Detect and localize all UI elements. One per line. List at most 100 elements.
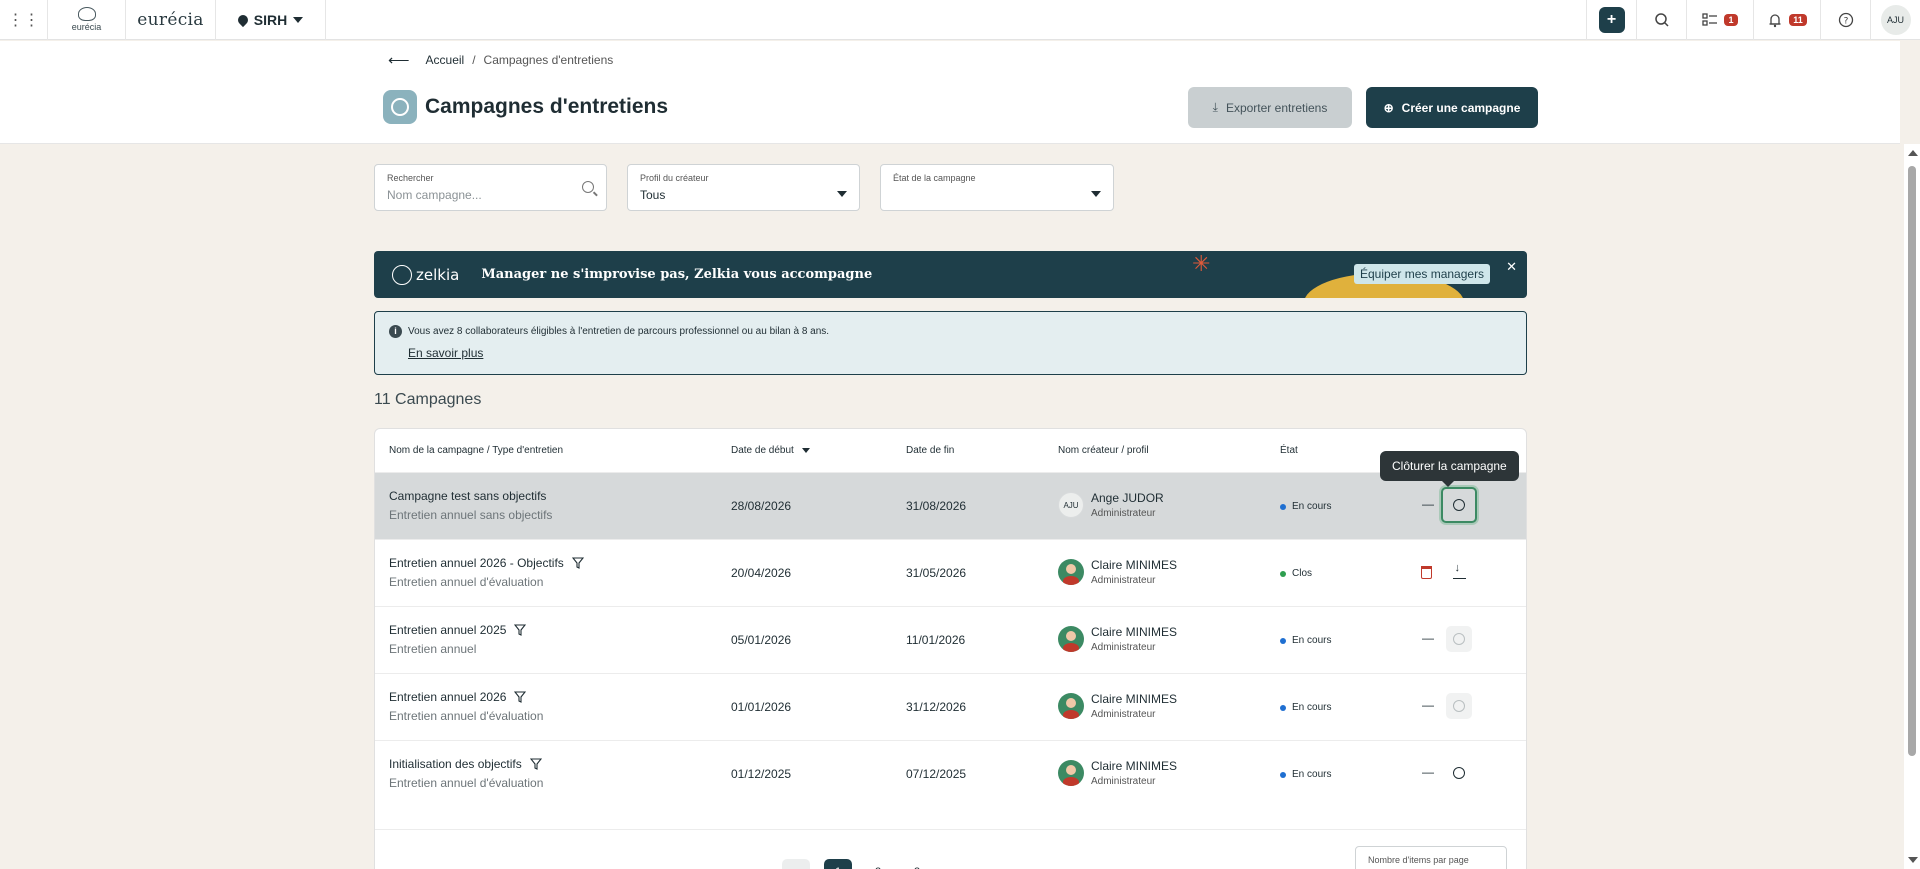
download-campaign-button[interactable] (1446, 559, 1472, 585)
help-button[interactable]: ? (1820, 0, 1870, 40)
start-date: 05/01/2026 (731, 633, 792, 647)
end-date: 11/01/2026 (906, 633, 966, 647)
close-campaign-tooltip: Clôturer la campagne (1380, 451, 1519, 487)
tasks-badge: 1 (1724, 13, 1738, 26)
page-scrollbar[interactable] (1904, 144, 1920, 869)
filter-icon (529, 758, 542, 770)
trash-icon (1420, 565, 1432, 579)
start-date: 28/08/2026 (731, 499, 792, 513)
no-action-dash: — (1422, 497, 1434, 511)
status-dot (1280, 570, 1286, 577)
status-dot (1280, 637, 1286, 644)
download-icon (1452, 562, 1466, 579)
scroll-down-icon[interactable] (1908, 857, 1918, 863)
table-row[interactable]: Entretien annuel 2025 Entretien annuel 05… (375, 606, 1526, 673)
end-date: 31/12/2026 (906, 700, 967, 714)
chat-bubble-icon (383, 90, 417, 124)
close-campaign-button[interactable] (1446, 693, 1472, 719)
close-campaign-button[interactable] (1441, 487, 1477, 523)
module-label: SIRH (253, 11, 288, 28)
search-input[interactable]: Rechercher Nom campagne... (374, 164, 607, 211)
search-label: Rechercher (387, 173, 434, 183)
avatar (1058, 693, 1084, 719)
creator-role: Administrateur (1091, 709, 1156, 720)
table-row[interactable]: Campagne test sans objectifs Entretien an… (375, 472, 1526, 539)
campaign-name: Entretien annuel 2026 (389, 690, 507, 704)
no-action-dash: — (1422, 698, 1434, 712)
next-page-button[interactable]: ⟶ (947, 859, 975, 869)
page-3-button[interactable]: 3 (903, 859, 931, 869)
help-icon: ? (1838, 12, 1853, 27)
search-placeholder: Nom campagne... (387, 188, 482, 202)
creator-role: Administrateur (1091, 642, 1156, 653)
campaign-state-select[interactable]: État de la campagne (880, 164, 1114, 211)
company-logo[interactable]: eurécia (48, 0, 126, 40)
creator-name: Claire MINIMES (1091, 558, 1178, 572)
close-icon[interactable]: ✕ (1506, 259, 1517, 275)
interview-type: Entretien annuel d'évaluation (389, 709, 544, 723)
scroll-up-icon[interactable] (1908, 150, 1918, 156)
create-campaign-button[interactable]: ⊕ Créer une campagne (1366, 87, 1538, 128)
creator-name: Claire MINIMES (1091, 625, 1178, 639)
start-date: 01/12/2025 (731, 767, 792, 781)
check-circle-icon (1453, 767, 1465, 779)
table-header: Nom de la campagne / Type d'entretien Da… (375, 429, 1526, 472)
search-icon (1654, 12, 1669, 27)
creator-name: Claire MINIMES (1091, 759, 1178, 773)
delete-campaign-button[interactable] (1413, 559, 1439, 585)
equip-managers-button[interactable]: Équiper mes managers (1354, 264, 1491, 284)
download-icon: ⤓ (1212, 100, 1218, 114)
export-label: Exporter entretiens (1225, 100, 1328, 115)
header-start-date[interactable]: Date de début (731, 445, 810, 456)
creator-role: Administrateur (1091, 508, 1156, 519)
quick-add-button[interactable]: + (1586, 0, 1636, 40)
prev-page-button[interactable]: ⟵ (782, 859, 810, 869)
filter-icon (514, 624, 527, 636)
header-name: Nom de la campagne / Type d'entretien (389, 445, 564, 456)
back-arrow-icon[interactable]: ⟵ (388, 51, 410, 69)
close-campaign-button[interactable] (1446, 626, 1472, 652)
table-row[interactable]: Entretien annuel 2026 Entretien annuel d'… (375, 673, 1526, 740)
scroll-thumb[interactable] (1908, 166, 1916, 756)
header-end-date: Date de fin (906, 445, 955, 456)
table-row[interactable]: Entretien annuel 2026 - Objectifs Entreti… (375, 539, 1526, 606)
filter-icon (514, 691, 527, 703)
creator-role: Administrateur (1091, 776, 1156, 787)
items-per-page-select[interactable]: Nombre d'items par page 5 (1355, 846, 1507, 869)
svg-text:?: ? (1843, 16, 1848, 26)
end-date: 31/05/2026 (906, 566, 967, 580)
page-header: ⟵ Accueil / Campagnes d'entretiens Campa… (0, 41, 1900, 144)
page-1-button[interactable]: 1 (824, 859, 852, 869)
pagination: ⟵ 1 2 3 ⟶ Nombre d'items par page 5 (375, 829, 1526, 869)
header-start-label: Date de début (731, 445, 794, 456)
breadcrumb-home[interactable]: Accueil (426, 53, 465, 67)
top-bar: ⋮⋮ eurécia eurécia SIRH + 1 11 ? AJU (0, 0, 1920, 40)
table-row[interactable]: Initialisation des objectifs Entretien an… (375, 740, 1526, 807)
campaign-name: Entretien annuel 2025 (389, 623, 507, 637)
module-selector[interactable]: SIRH (216, 0, 326, 40)
creator-name: Ange JUDOR (1091, 491, 1164, 505)
creator-name: Claire MINIMES (1091, 692, 1178, 706)
page-2-button[interactable]: 2 (864, 859, 892, 869)
tasks-button[interactable]: 1 (1686, 0, 1753, 40)
creator-profile-select[interactable]: Profil du créateur Tous (627, 164, 860, 211)
export-button[interactable]: ⤓ Exporter entretiens (1188, 87, 1352, 128)
notifications-badge: 11 (1789, 13, 1807, 26)
interview-type: Entretien annuel (389, 642, 477, 656)
learn-more-link[interactable]: En savoir plus (408, 346, 483, 360)
check-circle-icon (1453, 633, 1465, 645)
notifications-button[interactable]: 11 (1753, 0, 1820, 40)
info-notice: i Vous avez 8 collaborateurs éligibles à… (374, 311, 1527, 375)
logo-mark-icon (77, 7, 96, 21)
zelkia-logo: zelkia (392, 264, 459, 285)
apps-grid-icon[interactable]: ⋮⋮ (0, 0, 48, 40)
campaign-name: Campagne test sans objectifs (389, 489, 547, 503)
user-menu-button[interactable]: AJU (1870, 0, 1920, 40)
start-date: 20/04/2026 (731, 566, 792, 580)
sort-desc-icon (801, 448, 810, 453)
creator-role: Administrateur (1091, 575, 1156, 586)
status-badge: En cours (1292, 635, 1332, 646)
close-campaign-button[interactable] (1446, 760, 1472, 786)
status-badge: En cours (1292, 501, 1332, 512)
search-button[interactable] (1636, 0, 1686, 40)
